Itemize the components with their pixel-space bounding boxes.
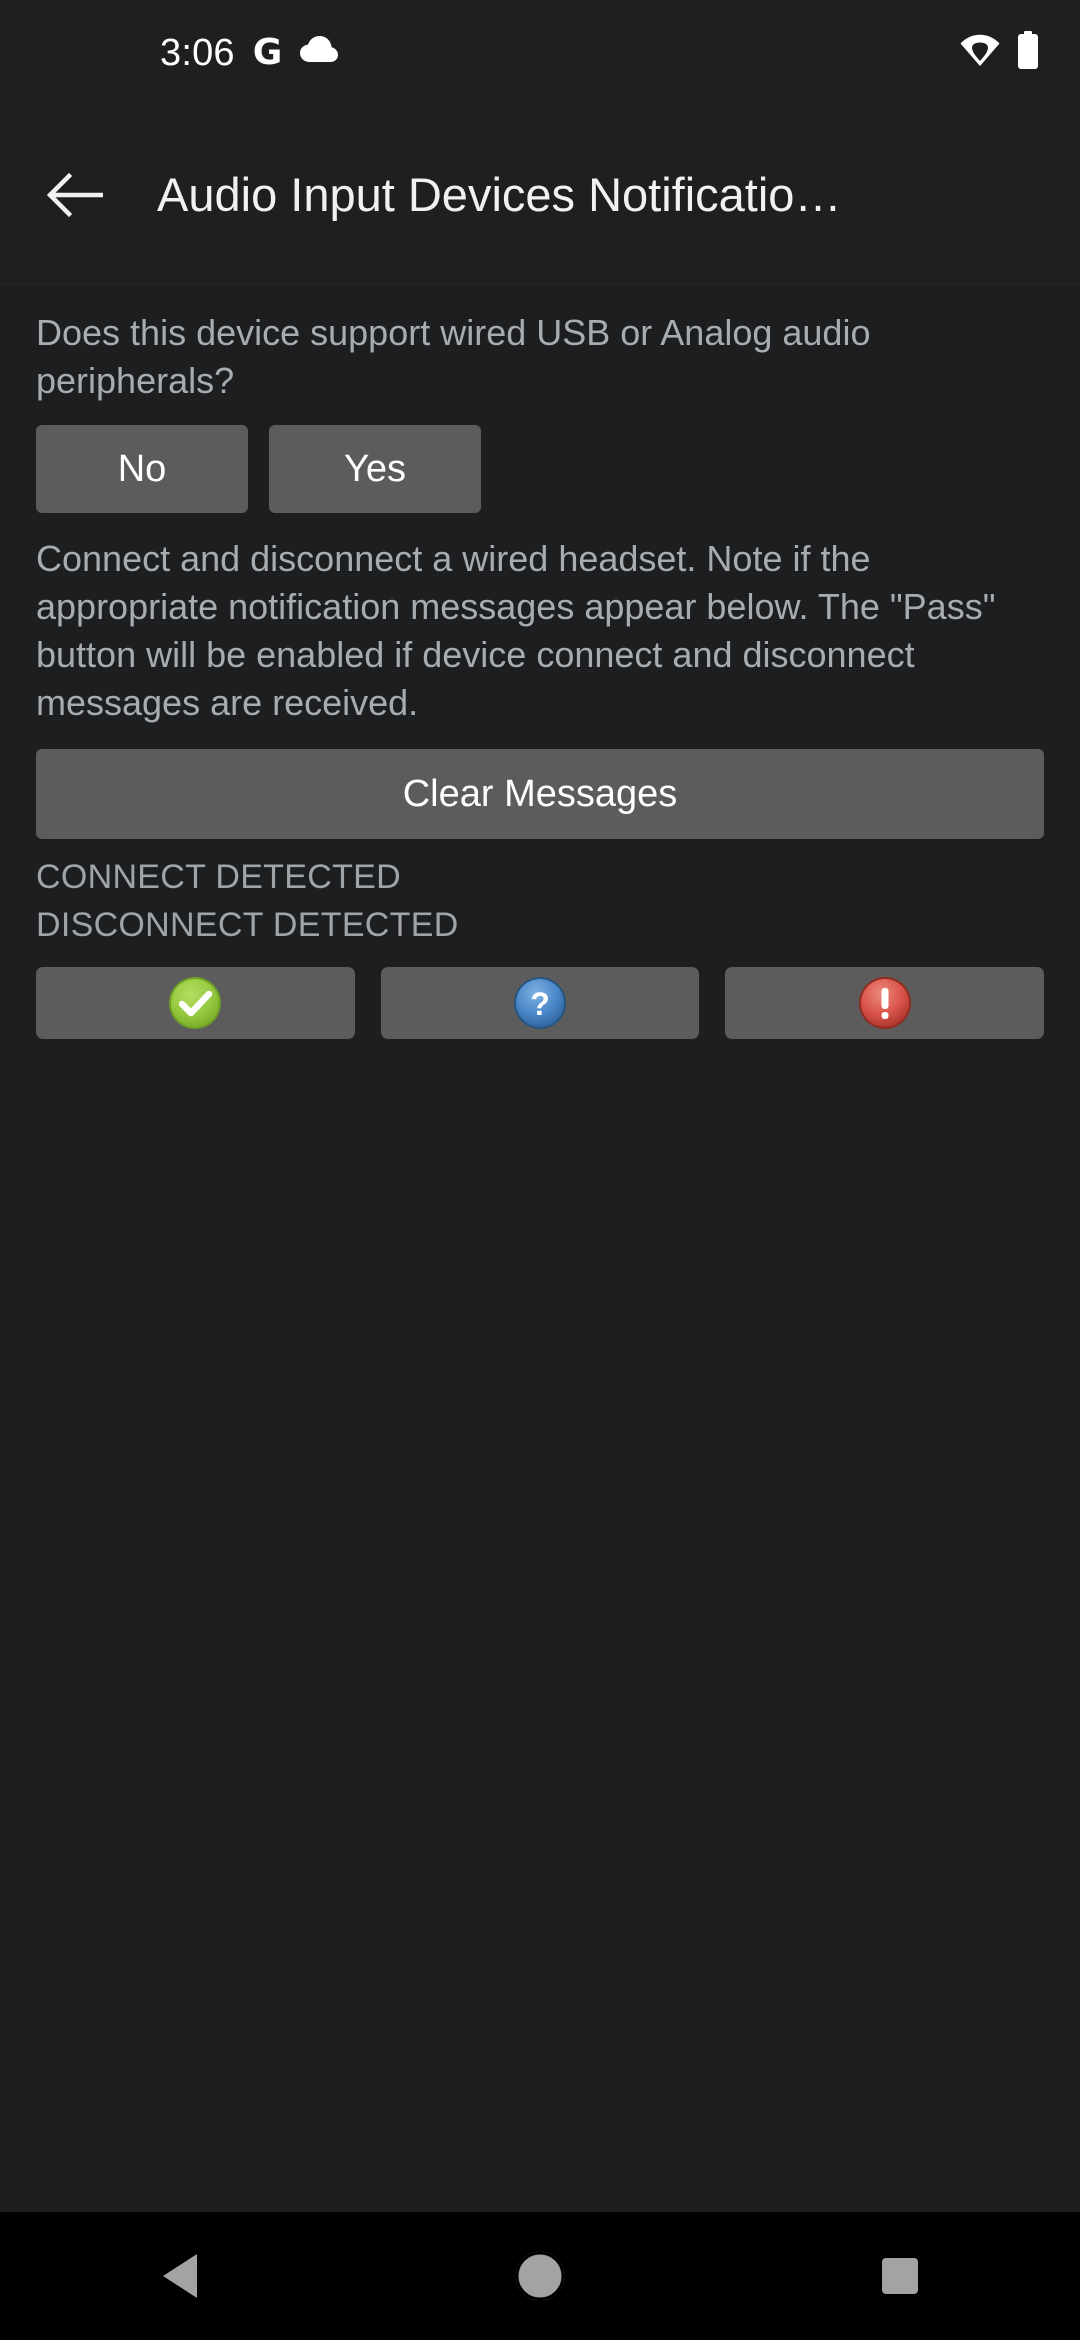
result-button-row: ?	[36, 967, 1045, 1039]
status-bar: 3:06 G	[0, 0, 1080, 105]
check-circle-icon	[167, 975, 223, 1031]
clear-messages-button[interactable]: Clear Messages	[36, 749, 1044, 839]
question-circle-icon: ?	[512, 975, 568, 1031]
status-bar-right	[960, 31, 1040, 74]
connect-detected-label: CONNECT DETECTED	[36, 858, 401, 896]
back-arrow-icon[interactable]	[27, 147, 123, 243]
yes-button[interactable]: Yes	[269, 425, 481, 513]
exclamation-circle-icon	[857, 975, 913, 1031]
phone-screen: 3:06 G Audio Input Devices Notificatio… …	[0, 0, 1080, 2340]
instructions-text: Connect and disconnect a wired headset. …	[36, 538, 996, 723]
pass-button[interactable]	[36, 967, 355, 1039]
nav-home-icon[interactable]	[450, 2212, 630, 2340]
battery-icon	[1016, 31, 1040, 74]
nav-recents-icon[interactable]	[810, 2212, 990, 2340]
info-button[interactable]: ?	[380, 967, 700, 1039]
page-title: Audio Input Devices Notificatio…	[157, 168, 842, 221]
navigation-bar	[0, 2212, 1080, 2340]
no-button[interactable]: No	[36, 425, 248, 513]
status-bar-left: 3:06 G	[160, 31, 339, 74]
main-content: Does this device support wired USB or An…	[0, 285, 1080, 2212]
disconnect-detected-label: DISCONNECT DETECTED	[36, 906, 459, 944]
wifi-icon	[960, 34, 1000, 71]
app-bar: Audio Input Devices Notificatio…	[0, 105, 1080, 285]
answer-button-row: No Yes	[36, 425, 1044, 513]
google-g-icon: G	[252, 31, 283, 73]
svg-text:?: ?	[530, 986, 550, 1022]
cloud-icon	[300, 36, 339, 69]
status-clock: 3:06	[160, 31, 235, 74]
support-question-text: Does this device support wired USB or An…	[36, 312, 871, 401]
fail-button[interactable]	[725, 967, 1045, 1039]
nav-back-icon[interactable]	[90, 2212, 270, 2340]
